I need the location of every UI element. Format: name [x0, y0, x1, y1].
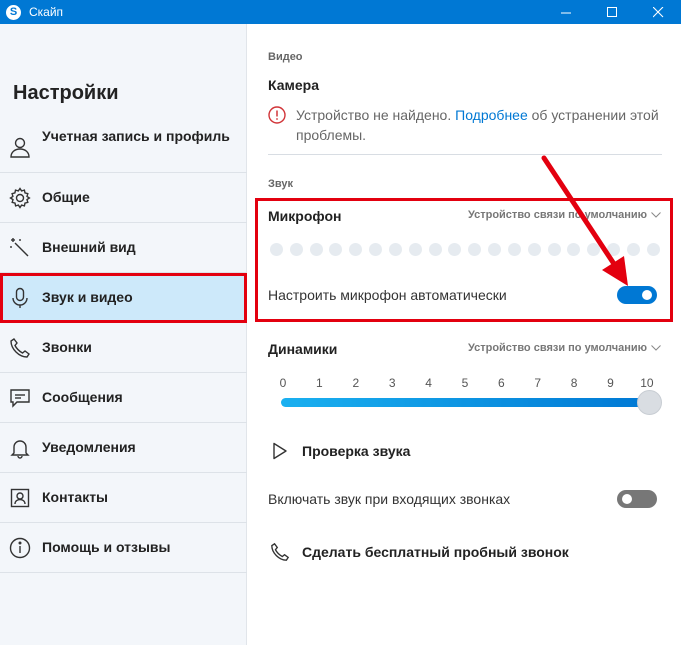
volume-tick: 5 [461, 376, 469, 390]
level-dot [329, 243, 343, 256]
chevron-down-icon [651, 212, 661, 218]
volume-tick: 8 [570, 376, 578, 390]
level-dot [309, 243, 323, 256]
settings-nav: Учетная запись и профиль Общие Внешний в… [0, 121, 247, 573]
title-bar: S Скайп [0, 0, 681, 24]
level-dot [289, 243, 303, 256]
maximize-icon [606, 6, 617, 17]
sidebar-item-audio-video[interactable]: Звук и видео [0, 273, 247, 323]
volume-tick: 3 [388, 376, 396, 390]
sidebar-item-general[interactable]: Общие [0, 173, 247, 223]
sidebar-item-help[interactable]: Помощь и отзывы [0, 523, 247, 573]
bell-icon [8, 436, 32, 460]
sidebar-item-appearance[interactable]: Внешний вид [0, 223, 247, 273]
sidebar-item-messages[interactable]: Сообщения [0, 373, 247, 423]
warning-text: Устройство не найдено. [296, 107, 456, 123]
level-dot [388, 243, 402, 256]
message-icon [8, 386, 32, 410]
sidebar-item-notifications[interactable]: Уведомления [0, 423, 247, 473]
level-dot [448, 243, 462, 256]
speakers-device-select[interactable]: Устройство связи по умолчанию [468, 342, 661, 354]
warning-icon [268, 106, 286, 124]
video-section-label: Видео [268, 51, 303, 63]
sidebar-item-contacts[interactable]: Контакты [0, 473, 247, 523]
settings-sidebar: Настройки Учетная запись и профиль Общие… [0, 24, 247, 645]
close-icon [652, 6, 663, 17]
test-audio-button[interactable]: Проверка звука [270, 441, 410, 461]
volume-tick: 7 [534, 376, 542, 390]
level-dot [468, 243, 482, 256]
magic-wand-icon [8, 236, 32, 260]
minimize-button[interactable] [543, 0, 589, 24]
sidebar-item-label: Помощь и отзывы [42, 539, 171, 555]
skype-icon: S [6, 4, 21, 20]
volume-tick: 9 [607, 376, 614, 390]
level-dot [507, 243, 521, 256]
maximize-button[interactable] [589, 0, 635, 24]
info-icon [8, 536, 32, 560]
play-icon [270, 441, 290, 461]
sidebar-item-label: Сообщения [42, 389, 123, 405]
phone-icon [8, 336, 32, 360]
camera-heading: Камера [268, 77, 319, 93]
microphone-heading: Микрофон [268, 208, 342, 224]
volume-slider-thumb[interactable] [637, 390, 662, 415]
toggle-knob [642, 290, 652, 300]
microphone-icon [8, 286, 32, 310]
volume-tick: 6 [498, 376, 505, 390]
level-dot [646, 243, 660, 256]
volume-tick: 10 [640, 376, 654, 390]
level-dot [428, 243, 442, 256]
sidebar-item-calls[interactable]: Звонки [0, 323, 247, 373]
sidebar-item-label: Звук и видео [42, 289, 133, 305]
sidebar-item-label: Уведомления [42, 439, 136, 455]
incoming-ring-toggle[interactable] [617, 490, 657, 508]
volume-tick: 2 [352, 376, 360, 390]
incoming-ring-label: Включать звук при входящих звонках [268, 491, 511, 507]
phone-icon [270, 542, 290, 562]
annotation-arrow-icon [541, 155, 628, 286]
sidebar-item-label: Звонки [42, 339, 92, 355]
minimize-icon [560, 12, 571, 13]
sidebar-item-account[interactable]: Учетная запись и профиль [0, 121, 247, 173]
contacts-icon [8, 486, 32, 510]
volume-slider-track[interactable] [281, 398, 651, 407]
person-icon [8, 135, 32, 159]
window-title: Скайп [29, 5, 64, 19]
volume-ticks: 0 1 2 3 4 5 6 7 8 9 10 [276, 376, 654, 390]
volume-tick: 1 [316, 376, 323, 390]
more-info-link[interactable]: Подробнее [455, 107, 528, 123]
camera-warning: Устройство не найдено. Подробнее об устр… [296, 105, 666, 145]
speakers-device-value: Устройство связи по умолчанию [467, 342, 647, 354]
volume-tick: 0 [279, 376, 287, 390]
window-controls [543, 0, 681, 24]
level-dot [408, 243, 422, 256]
sidebar-item-label: Общие [42, 189, 90, 205]
level-dot [270, 243, 283, 256]
sidebar-item-label: Внешний вид [42, 239, 136, 255]
sound-section-label: Звук [268, 178, 294, 190]
auto-mic-label: Настроить микрофон автоматически [268, 287, 507, 303]
test-audio-label: Проверка звука [302, 443, 411, 459]
test-call-button[interactable]: Сделать бесплатный пробный звонок [270, 542, 569, 562]
settings-title: Настройки [13, 82, 119, 104]
test-call-label: Сделать бесплатный пробный звонок [302, 544, 569, 560]
chevron-down-icon [651, 345, 661, 351]
level-dot [488, 243, 502, 256]
close-button[interactable] [635, 0, 681, 24]
speakers-heading: Динамики [268, 341, 338, 357]
toggle-knob [622, 494, 632, 504]
level-dot [369, 243, 383, 256]
sidebar-item-label: Контакты [42, 489, 109, 505]
level-dot [349, 243, 363, 256]
gear-icon [8, 186, 32, 210]
sidebar-item-label: Учетная запись и профиль [42, 128, 230, 144]
settings-content: Видео Камера Устройство не найдено. Подр… [248, 24, 681, 645]
volume-tick: 4 [425, 376, 432, 390]
